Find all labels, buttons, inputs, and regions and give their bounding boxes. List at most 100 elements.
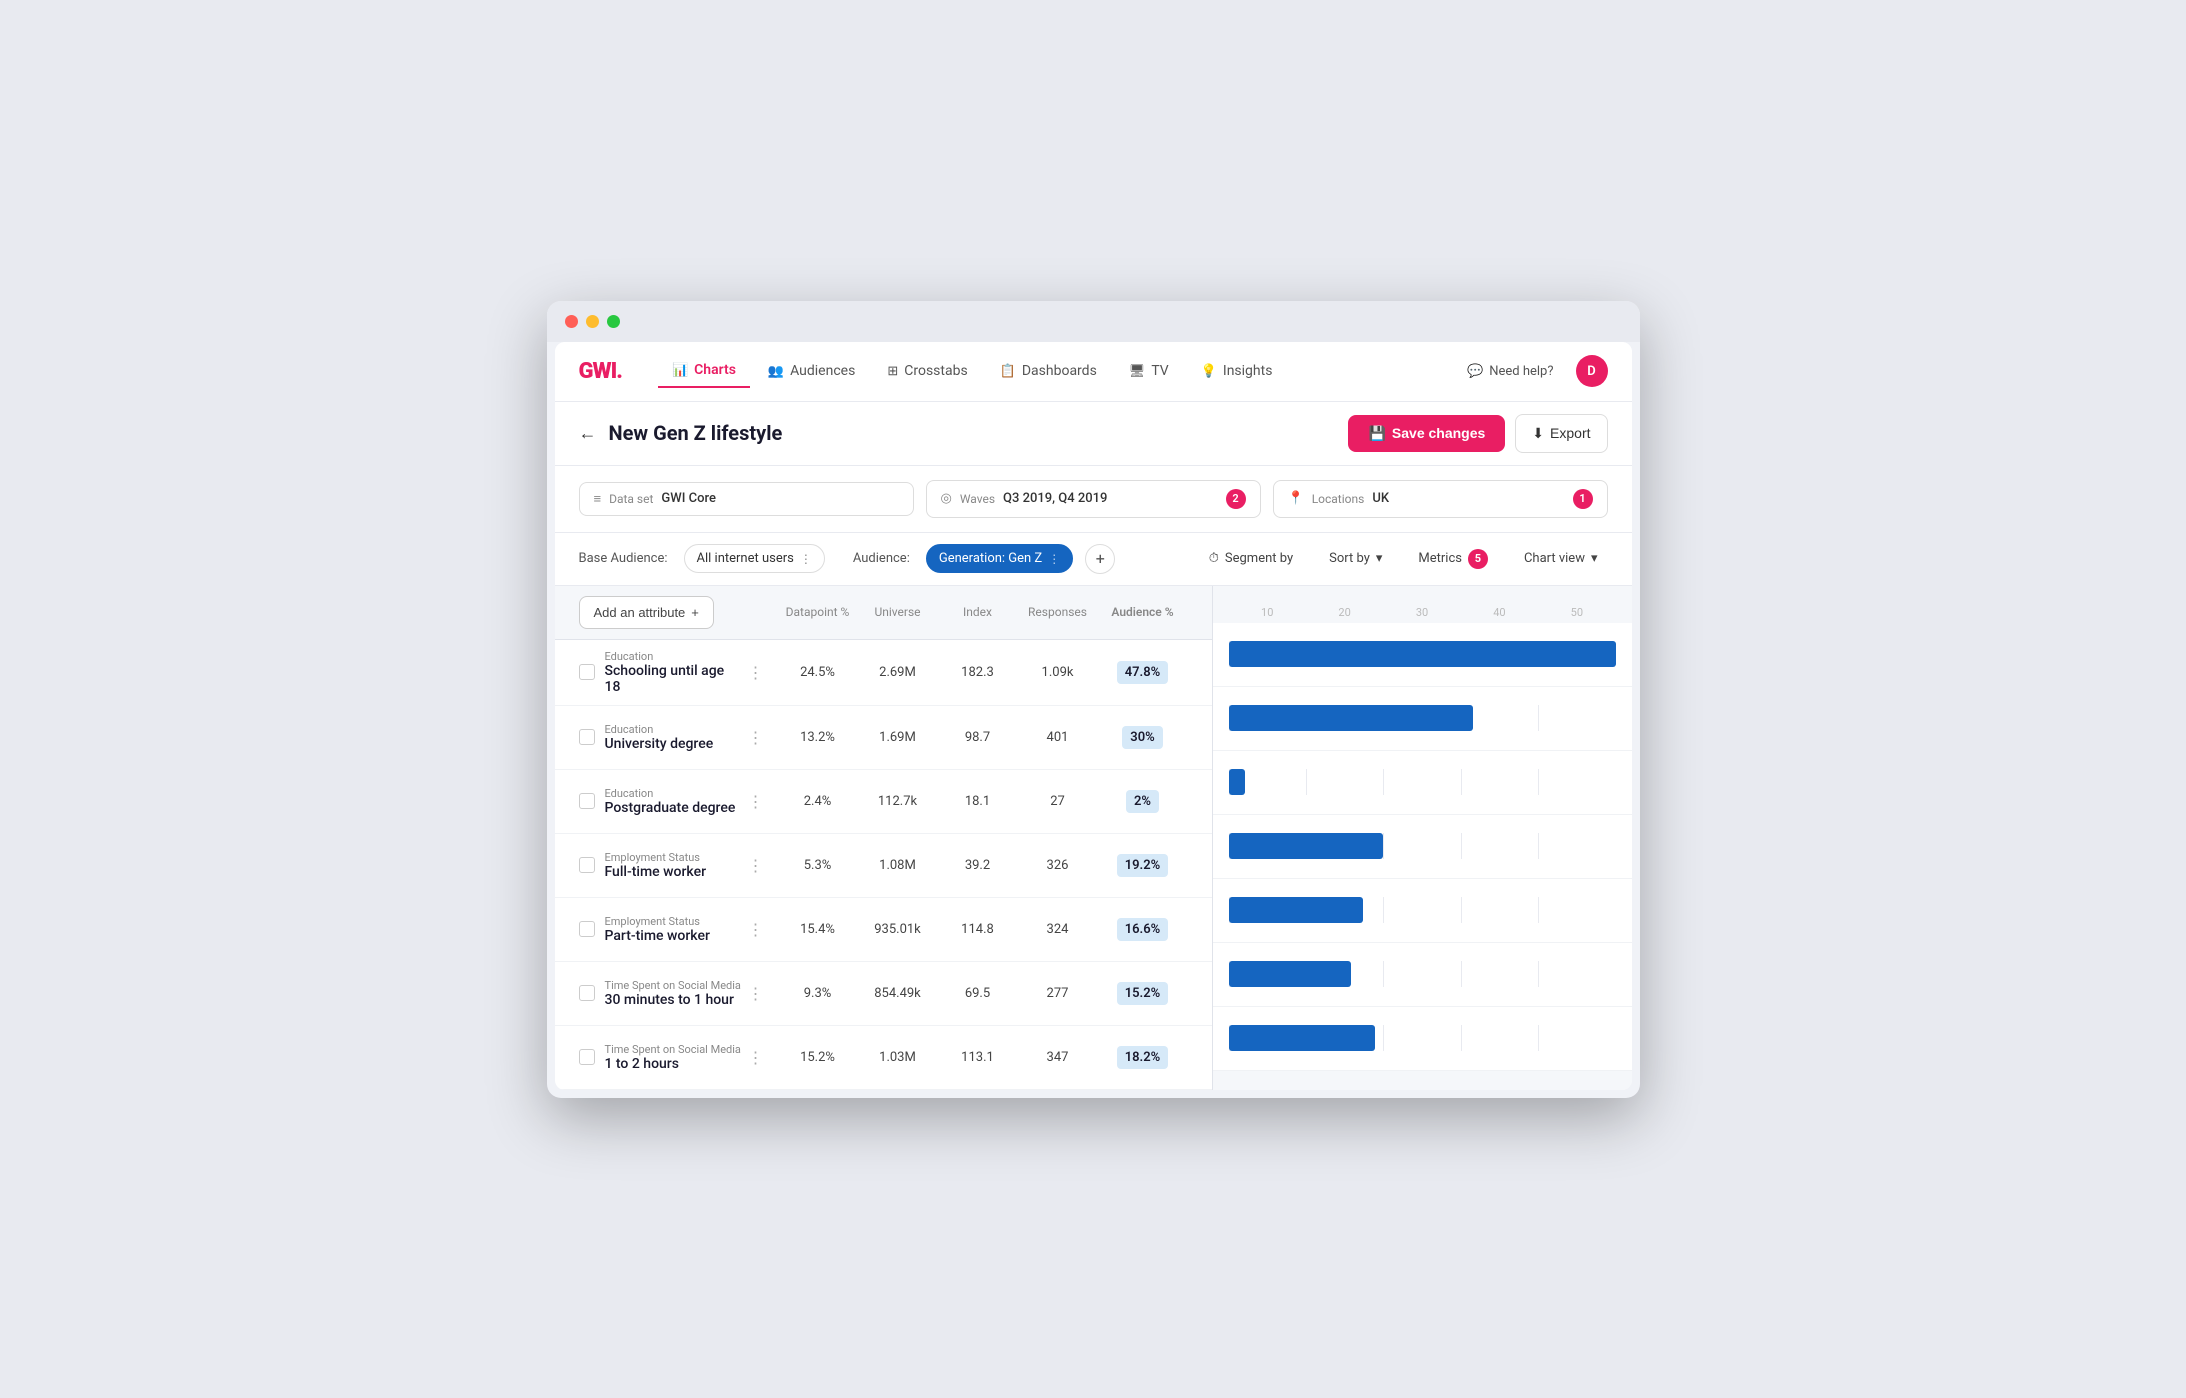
insights-icon: 💡 bbox=[1201, 364, 1217, 379]
row-cells-4: 15.4% 935.01k 114.8 324 16.6% bbox=[778, 918, 1188, 941]
table-row: Education University degree ⋮ 13.2% 1.69… bbox=[555, 706, 1212, 770]
row-menu-5[interactable]: ⋮ bbox=[742, 980, 770, 1007]
nav-item-insights[interactable]: 💡 Insights bbox=[1187, 354, 1287, 388]
base-audience-chip[interactable]: All internet users ⋮ bbox=[684, 544, 825, 573]
filter-bar: ≡ Data set GWI Core ◎ Waves Q3 2019, Q4 … bbox=[555, 466, 1632, 533]
audience-value-1: 30% bbox=[1122, 726, 1162, 749]
metrics-button[interactable]: Metrics 5 bbox=[1408, 543, 1498, 575]
row-checkbox-0[interactable] bbox=[579, 664, 595, 680]
axis-label-40: 40 bbox=[1461, 606, 1538, 619]
audience-controls: ⏱ Segment by Sort by ▾ Metrics 5 Chart v… bbox=[1199, 543, 1608, 575]
waves-filter[interactable]: ◎ Waves Q3 2019, Q4 2019 2 bbox=[926, 480, 1261, 518]
tv-icon: 🖥 bbox=[1129, 364, 1146, 379]
col-header-universe: Universe bbox=[858, 605, 938, 619]
audience-row: Base Audience: All internet users ⋮ Audi… bbox=[555, 533, 1632, 586]
user-avatar[interactable]: D bbox=[1576, 355, 1608, 387]
plus-icon: + bbox=[1096, 549, 1105, 568]
bar-wrapper-6 bbox=[1229, 1025, 1616, 1051]
row-checkbox-3[interactable] bbox=[579, 857, 595, 873]
cell-index-6: 113.1 bbox=[938, 1050, 1018, 1065]
chart-bar-row-2 bbox=[1213, 751, 1632, 815]
chart-axis: 10 20 30 40 50 bbox=[1213, 596, 1632, 623]
bar-wrapper-1 bbox=[1229, 705, 1616, 731]
chart-bar-row-0 bbox=[1213, 623, 1632, 687]
locations-filter[interactable]: 📍 Locations UK 1 bbox=[1273, 480, 1608, 518]
cell-audience-1: 30% bbox=[1098, 726, 1188, 749]
row-label-0: Education Schooling until age 18 bbox=[605, 650, 742, 695]
add-audience-button[interactable]: + bbox=[1085, 544, 1115, 574]
dot-yellow[interactable] bbox=[586, 315, 599, 328]
row-category-4: Employment Status bbox=[605, 915, 742, 928]
table-section: Add an attribute + Datapoint % Universe … bbox=[555, 586, 1212, 1090]
cell-audience-6: 18.2% bbox=[1098, 1046, 1188, 1069]
row-menu-1[interactable]: ⋮ bbox=[742, 724, 770, 751]
audience-label: Audience: bbox=[853, 551, 910, 566]
bar-3 bbox=[1229, 833, 1384, 859]
row-checkbox-4[interactable] bbox=[579, 921, 595, 937]
dot-red[interactable] bbox=[565, 315, 578, 328]
save-changes-button[interactable]: 💾 Save changes bbox=[1348, 415, 1505, 452]
row-checkbox-2[interactable] bbox=[579, 793, 595, 809]
row-label-4: Employment Status Part-time worker bbox=[605, 915, 742, 944]
segment-icon: ⏱ bbox=[1209, 551, 1219, 566]
row-cells-6: 15.2% 1.03M 113.1 347 18.2% bbox=[778, 1046, 1188, 1069]
cell-responses-4: 324 bbox=[1018, 922, 1098, 937]
row-menu-0[interactable]: ⋮ bbox=[742, 659, 770, 686]
row-name-4: Part-time worker bbox=[605, 928, 742, 944]
dataset-filter[interactable]: ≡ Data set GWI Core bbox=[579, 482, 914, 516]
row-checkbox-1[interactable] bbox=[579, 729, 595, 745]
row-menu-6[interactable]: ⋮ bbox=[742, 1044, 770, 1071]
save-icon: 💾 bbox=[1368, 425, 1385, 442]
table-row: Time Spent on Social Media 1 to 2 hours … bbox=[555, 1026, 1212, 1090]
dot-green[interactable] bbox=[607, 315, 620, 328]
chart-view-button[interactable]: Chart view ▾ bbox=[1514, 545, 1608, 572]
nav-item-audiences[interactable]: 👥 Audiences bbox=[754, 354, 869, 388]
logo-dot: . bbox=[616, 359, 622, 384]
cell-datapoint-1: 13.2% bbox=[778, 730, 858, 745]
column-headers: Datapoint % Universe Index Responses Aud… bbox=[778, 605, 1188, 619]
row-checkbox-5[interactable] bbox=[579, 985, 595, 1001]
chart-bar-row-4 bbox=[1213, 879, 1632, 943]
dataset-value: GWI Core bbox=[661, 491, 716, 506]
nav-item-tv[interactable]: 🖥 TV bbox=[1115, 354, 1183, 388]
nav-item-charts[interactable]: 📊 Charts bbox=[658, 354, 750, 388]
add-attribute-button[interactable]: Add an attribute + bbox=[579, 596, 714, 629]
segment-by-button[interactable]: ⏱ Segment by bbox=[1199, 545, 1303, 572]
cell-universe-5: 854.49k bbox=[858, 986, 938, 1001]
row-menu-2[interactable]: ⋮ bbox=[742, 788, 770, 815]
row-menu-4[interactable]: ⋮ bbox=[742, 916, 770, 943]
need-help-button[interactable]: 💬 Need help? bbox=[1457, 358, 1563, 385]
export-button[interactable]: ⬇ Export bbox=[1515, 414, 1607, 453]
row-menu-3[interactable]: ⋮ bbox=[742, 852, 770, 879]
bar-2 bbox=[1229, 769, 1245, 795]
row-checkbox-6[interactable] bbox=[579, 1049, 595, 1065]
chart-view-chevron-icon: ▾ bbox=[1591, 551, 1598, 566]
cell-responses-0: 1.09k bbox=[1018, 665, 1098, 680]
bar-0 bbox=[1229, 641, 1616, 667]
chart-bar-row-3 bbox=[1213, 815, 1632, 879]
audience-chip-label: Generation: Gen Z bbox=[939, 551, 1042, 566]
sort-by-button[interactable]: Sort by ▾ bbox=[1319, 545, 1392, 572]
row-label-6: Time Spent on Social Media 1 to 2 hours bbox=[605, 1043, 742, 1072]
bar-wrapper-3 bbox=[1229, 833, 1616, 859]
back-button[interactable]: ← bbox=[579, 423, 597, 444]
audience-value-4: 16.6% bbox=[1117, 918, 1169, 941]
content-area: Add an attribute + Datapoint % Universe … bbox=[555, 586, 1632, 1090]
dashboards-icon: 📋 bbox=[1000, 364, 1016, 379]
base-audience-label: Base Audience: bbox=[579, 551, 668, 566]
chart-bar-row-1 bbox=[1213, 687, 1632, 751]
audience-chip-menu-icon: ⋮ bbox=[1048, 552, 1060, 566]
waves-badge: 2 bbox=[1226, 489, 1246, 509]
row-category-6: Time Spent on Social Media bbox=[605, 1043, 742, 1056]
row-category-0: Education bbox=[605, 650, 742, 663]
audience-chip[interactable]: Generation: Gen Z ⋮ bbox=[926, 544, 1073, 573]
cell-datapoint-5: 9.3% bbox=[778, 986, 858, 1001]
row-name-6: 1 to 2 hours bbox=[605, 1056, 742, 1072]
table-row: Education Schooling until age 18 ⋮ 24.5%… bbox=[555, 640, 1212, 706]
chart-bar-row-5 bbox=[1213, 943, 1632, 1007]
metrics-label: Metrics bbox=[1418, 551, 1462, 566]
cell-responses-3: 326 bbox=[1018, 858, 1098, 873]
nav-item-dashboards[interactable]: 📋 Dashboards bbox=[986, 354, 1111, 388]
logo: GWI. bbox=[579, 359, 622, 384]
nav-item-crosstabs[interactable]: ⊞ Crosstabs bbox=[873, 354, 981, 388]
